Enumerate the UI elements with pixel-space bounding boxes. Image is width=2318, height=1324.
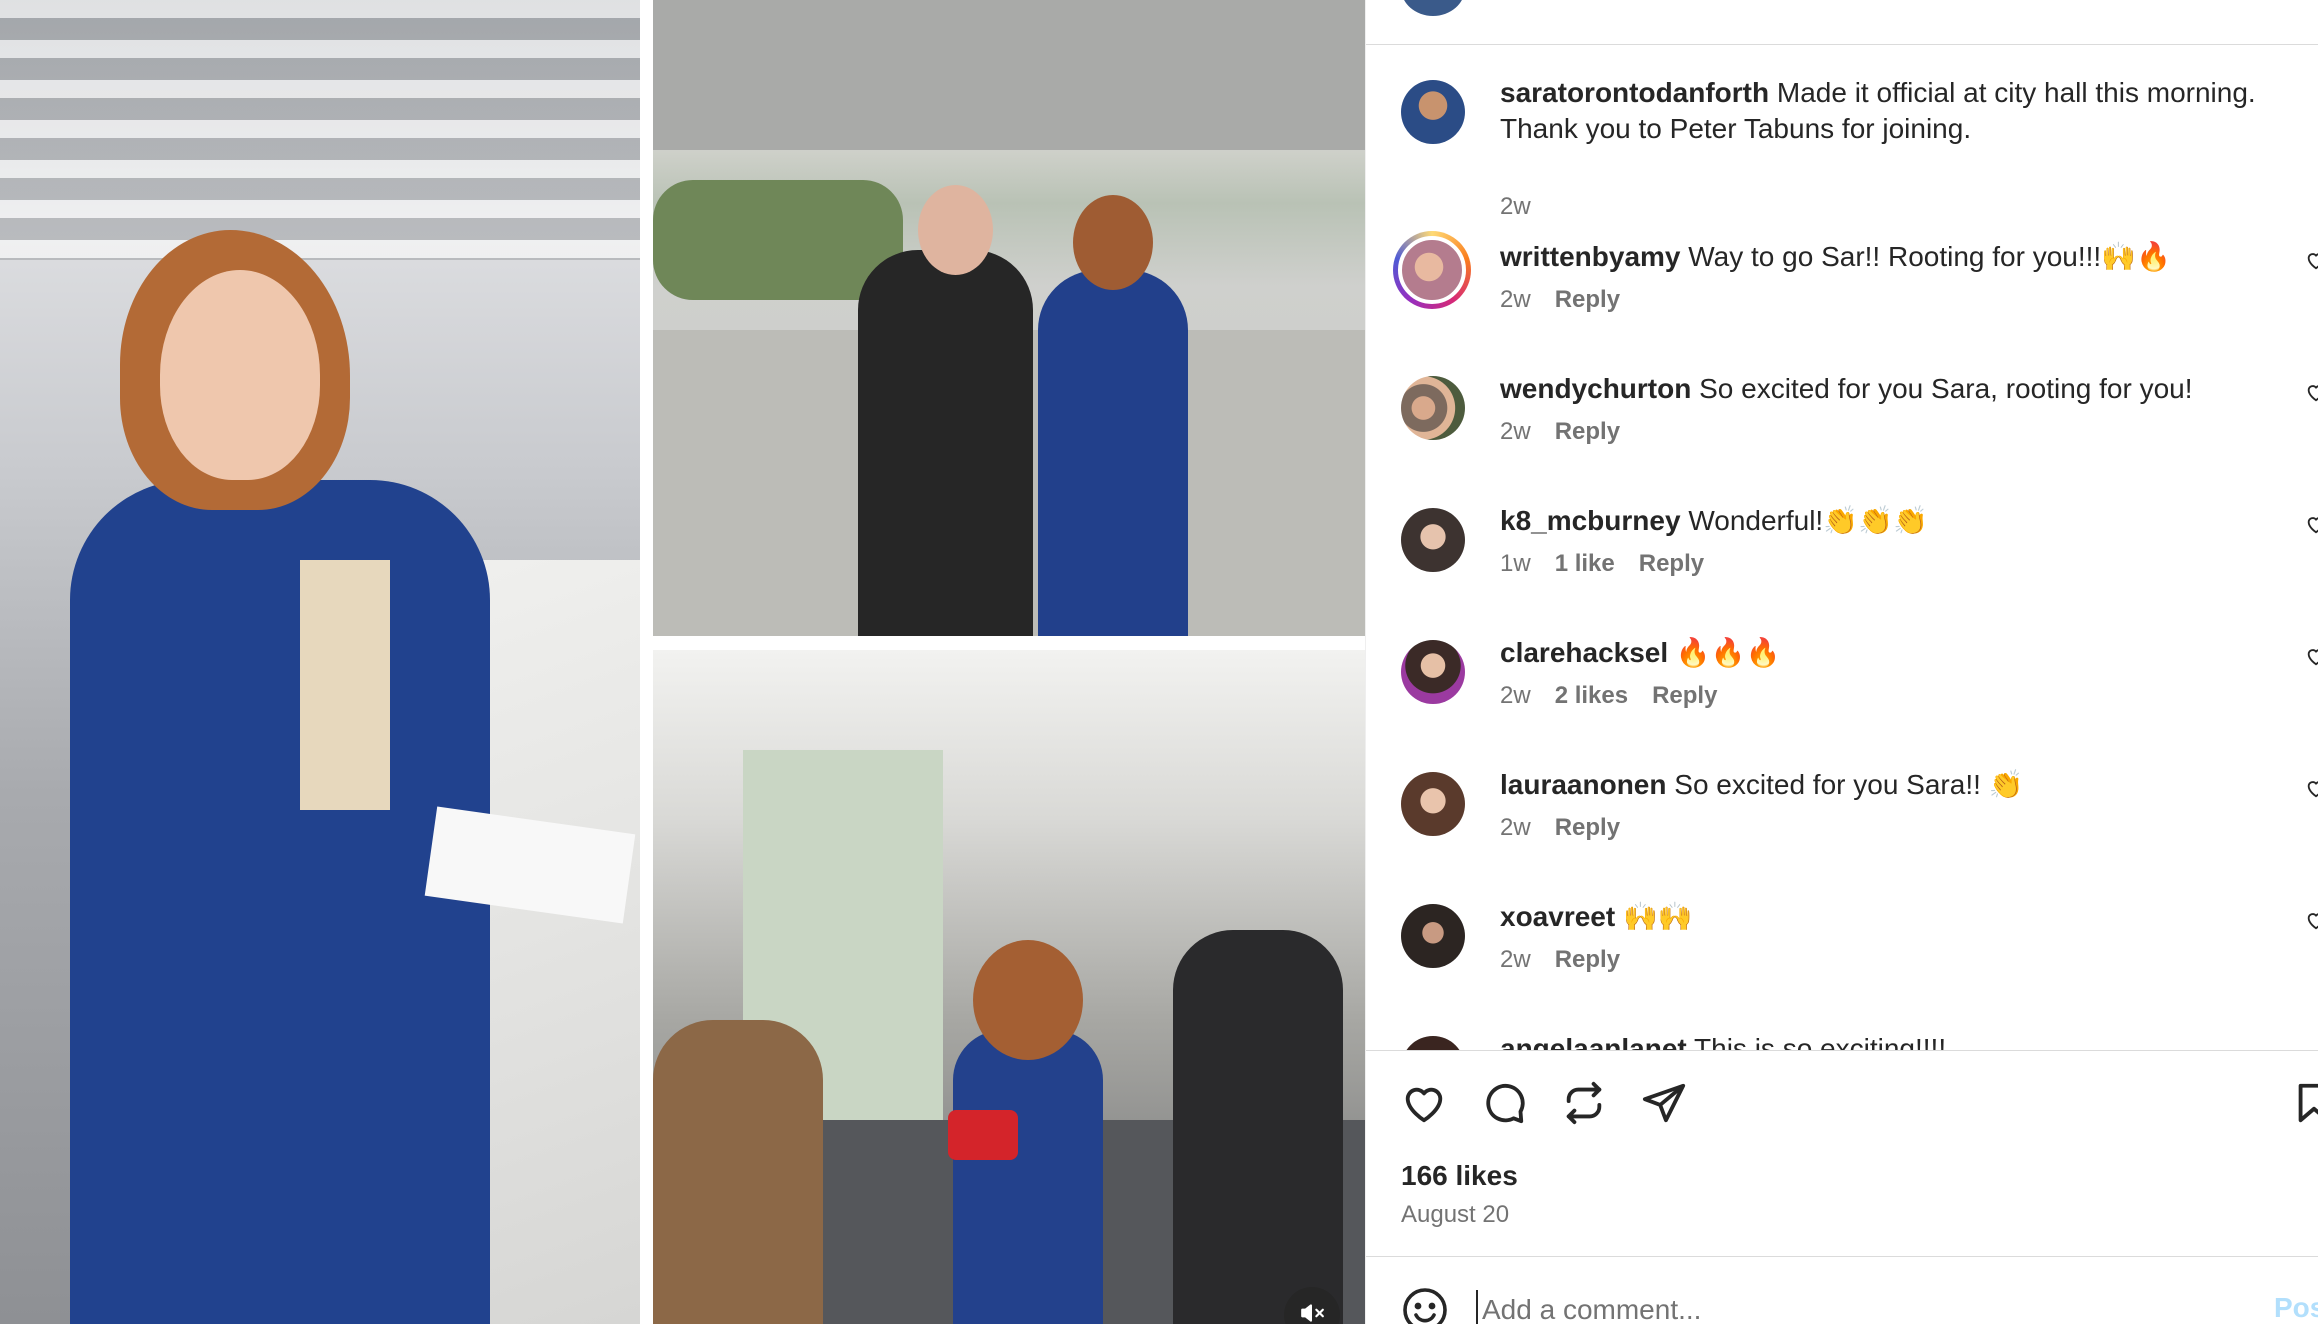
comment-likes[interactable]: 1 like: [1555, 549, 1615, 579]
avatar[interactable]: [1401, 508, 1465, 572]
repost-icon[interactable]: [1561, 1080, 1607, 1126]
woman-hair: [1073, 195, 1153, 290]
comment-time[interactable]: 2w: [1500, 285, 1531, 315]
reply-button[interactable]: Reply: [1652, 681, 1717, 711]
reporter: [653, 1020, 823, 1324]
comment-username[interactable]: angelaanlanet: [1500, 1033, 1687, 1050]
video-media-scrum[interactable]: [653, 650, 1365, 1324]
man-head: [918, 185, 993, 275]
comments-list[interactable]: saratorontodanforth Made it official at …: [1366, 45, 2318, 1050]
comment-like-icon[interactable]: [2305, 513, 2318, 535]
photo-walking-outside[interactable]: [653, 0, 1365, 636]
post-panel: saratorontodanforth Made it official at …: [1365, 0, 2318, 1324]
comment-like-icon[interactable]: [2305, 381, 2318, 403]
comment-like-icon[interactable]: [2305, 645, 2318, 667]
emoji-icon[interactable]: [1401, 1286, 1449, 1324]
comment-text: 🙌🙌: [1622, 901, 1693, 932]
woman-hair: [973, 940, 1083, 1060]
comment-time[interactable]: 1w: [1500, 549, 1531, 579]
likes-count[interactable]: 166 likes: [1401, 1160, 1518, 1192]
comment-like-icon[interactable]: [2305, 777, 2318, 799]
comment-likes[interactable]: 2 likes: [1555, 681, 1628, 711]
blue-jacket: [70, 480, 490, 1324]
reply-button[interactable]: Reply: [1555, 417, 1620, 447]
comment-text: So excited for you Sara, rooting for you…: [1699, 373, 2193, 404]
reply-button[interactable]: Reply: [1555, 945, 1620, 975]
avatar[interactable]: [1401, 640, 1465, 704]
photo-signing-at-counter[interactable]: [0, 0, 640, 1324]
reply-button[interactable]: Reply: [1639, 549, 1704, 579]
avatar[interactable]: [1393, 231, 1471, 309]
avatar[interactable]: [1401, 1036, 1465, 1050]
comment-like-icon[interactable]: [2305, 249, 2318, 271]
face: [160, 270, 320, 480]
man-in-suit: [858, 250, 1033, 636]
heart-icon[interactable]: [1401, 1080, 1447, 1126]
mute-icon: [1299, 1300, 1325, 1324]
post-date[interactable]: August 20: [1401, 1201, 1509, 1229]
comment-username[interactable]: writtenbyamy: [1500, 241, 1681, 272]
microphone: [948, 1110, 1018, 1160]
avatar[interactable]: [1401, 904, 1465, 968]
ceiling-lights: [0, 0, 640, 260]
send-icon[interactable]: [1641, 1080, 1687, 1126]
caption-time[interactable]: 2w: [1500, 192, 1531, 222]
divider: [1366, 1256, 2318, 1257]
comment-text: This is so exciting!!!!: [1694, 1033, 1947, 1050]
overhang: [653, 0, 1365, 150]
bookmark-icon[interactable]: [2291, 1080, 2318, 1126]
woman-in-blue-suit: [953, 1030, 1103, 1324]
avatar[interactable]: [1401, 0, 1465, 16]
comment-icon[interactable]: [1481, 1080, 1527, 1126]
reply-button[interactable]: Reply: [1555, 285, 1620, 315]
post-button[interactable]: Post: [2274, 1292, 2318, 1324]
comment-text: 🔥🔥🔥: [1675, 637, 1781, 668]
divider: [1366, 1050, 2318, 1051]
comment-username[interactable]: lauraanonen: [1500, 769, 1666, 800]
comment-time[interactable]: 2w: [1500, 417, 1531, 447]
comment-username[interactable]: wendychurton: [1500, 373, 1691, 404]
post-media[interactable]: [0, 0, 1365, 1324]
comment-text: Way to go Sar!! Rooting for you!!!🙌🔥: [1688, 241, 2171, 272]
avatar[interactable]: [1401, 80, 1465, 144]
comment-username[interactable]: clarehacksel: [1500, 637, 1668, 668]
avatar[interactable]: [1401, 772, 1465, 836]
comment-time[interactable]: 2w: [1500, 681, 1531, 711]
comment-like-icon[interactable]: [2305, 909, 2318, 931]
comment-text: Wonderful!👏👏👏: [1688, 505, 1928, 536]
beige-top: [300, 560, 390, 810]
reply-button[interactable]: Reply: [1555, 813, 1620, 843]
comment-username[interactable]: k8_mcburney: [1500, 505, 1681, 536]
comment-text: So excited for you Sara!! 👏: [1674, 769, 2024, 800]
avatar[interactable]: [1401, 376, 1465, 440]
camera-operator: [1173, 930, 1343, 1324]
comment-input[interactable]: [1476, 1290, 2176, 1324]
comment-time[interactable]: 2w: [1500, 813, 1531, 843]
woman-in-blue-suit: [1038, 270, 1188, 636]
comment-username[interactable]: xoavreet: [1500, 901, 1615, 932]
caption-username[interactable]: saratorontodanforth: [1500, 77, 1769, 108]
comment-time[interactable]: 2w: [1500, 945, 1531, 975]
